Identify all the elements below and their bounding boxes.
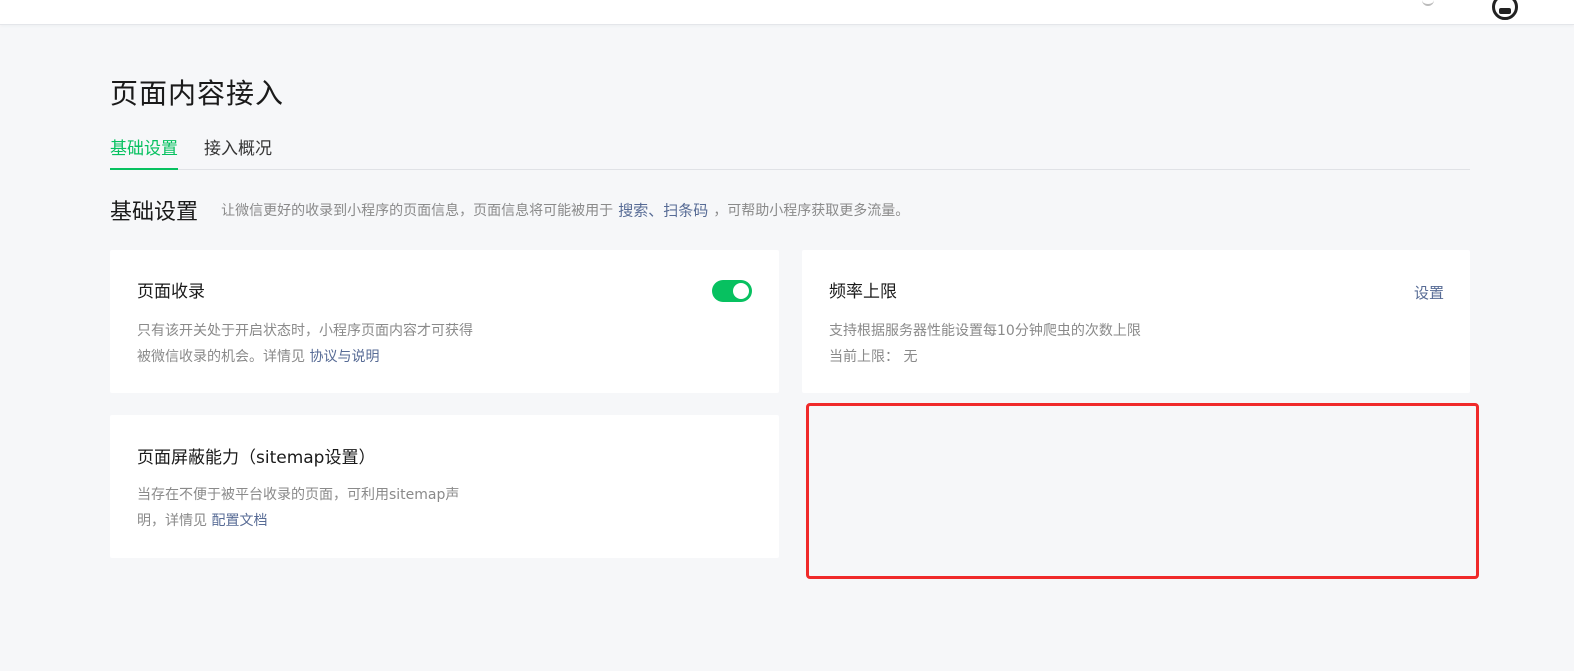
page-indexing-card: 页面收录 只有该开关处于开启状态时，小程序页面内容才可获得 被微信收录的机会。详… xyxy=(110,250,779,393)
highlight-annotation-box xyxy=(806,403,1479,579)
page-indexing-description: 只有该开关处于开启状态时，小程序页面内容才可获得 被微信收录的机会。详情见 协议… xyxy=(137,318,537,370)
page-indexing-title: 页面收录 xyxy=(137,282,205,302)
tab-basic-settings[interactable]: 基础设置 xyxy=(110,136,178,170)
user-avatar-icon[interactable] xyxy=(1492,0,1518,20)
tab-bar: 基础设置 接入概况 xyxy=(110,136,1470,170)
sitemap-desc-line2: 明，详情见 配置文档 xyxy=(137,508,517,534)
rate-limit-desc-line1: 支持根据服务器性能设置每10分钟爬虫的次数上限 xyxy=(829,323,1141,339)
top-bar xyxy=(0,0,1574,25)
section-header: 基础设置 让微信更好的收录到小程序的页面信息，页面信息将可能被用于 搜索、扫条码… xyxy=(110,194,909,228)
page-indexing-desc-line2: 被微信收录的机会。详情见 协议与说明 xyxy=(137,344,537,370)
rate-limit-description: 支持根据服务器性能设置每10分钟爬虫的次数上限 当前上限： 无 xyxy=(829,318,1229,370)
toggle-knob xyxy=(733,283,749,299)
section-description: 让微信更好的收录到小程序的页面信息，页面信息将可能被用于 xyxy=(221,203,614,219)
sitemap-description: 当存在不便于被平台收录的页面，可利用sitemap声 明，详情见 配置文档 xyxy=(137,482,517,534)
sitemap-desc-line1: 当存在不便于被平台收录的页面，可利用sitemap声 xyxy=(137,487,460,503)
page-indexing-desc-line2-text: 被微信收录的机会。详情见 xyxy=(137,349,305,365)
tab-access-overview[interactable]: 接入概况 xyxy=(204,136,272,168)
rate-limit-current-label: 当前上限： xyxy=(829,349,899,365)
page-indexing-desc-line1: 只有该开关处于开启状态时，小程序页面内容才可获得 xyxy=(137,323,473,339)
search-scan-link[interactable]: 搜索、扫条码 xyxy=(618,202,708,220)
sitemap-title: 页面屏蔽能力（sitemap设置） xyxy=(137,448,376,468)
sitemap-card: 页面屏蔽能力（sitemap设置） 当存在不便于被平台收录的页面，可利用site… xyxy=(110,415,779,558)
rate-limit-current-value: 无 xyxy=(903,349,918,365)
section-description-suffix: ，可帮助小程序获取更多流量。 xyxy=(713,203,910,219)
rate-limit-settings-link[interactable]: 设置 xyxy=(1414,282,1444,303)
page-title: 页面内容接入 xyxy=(110,77,285,110)
sitemap-desc-line2-text: 明，详情见 xyxy=(137,513,207,529)
notification-icon[interactable] xyxy=(1422,0,1434,6)
rate-limit-card: 频率上限 设置 支持根据服务器性能设置每10分钟爬虫的次数上限 当前上限： 无 xyxy=(802,250,1470,393)
config-docs-link[interactable]: 配置文档 xyxy=(211,513,267,529)
agreement-link[interactable]: 协议与说明 xyxy=(309,349,379,365)
page-indexing-toggle[interactable] xyxy=(712,280,752,302)
rate-limit-title: 频率上限 xyxy=(829,282,897,302)
section-title: 基础设置 xyxy=(110,200,199,225)
rate-limit-current: 当前上限： 无 xyxy=(829,344,1229,370)
